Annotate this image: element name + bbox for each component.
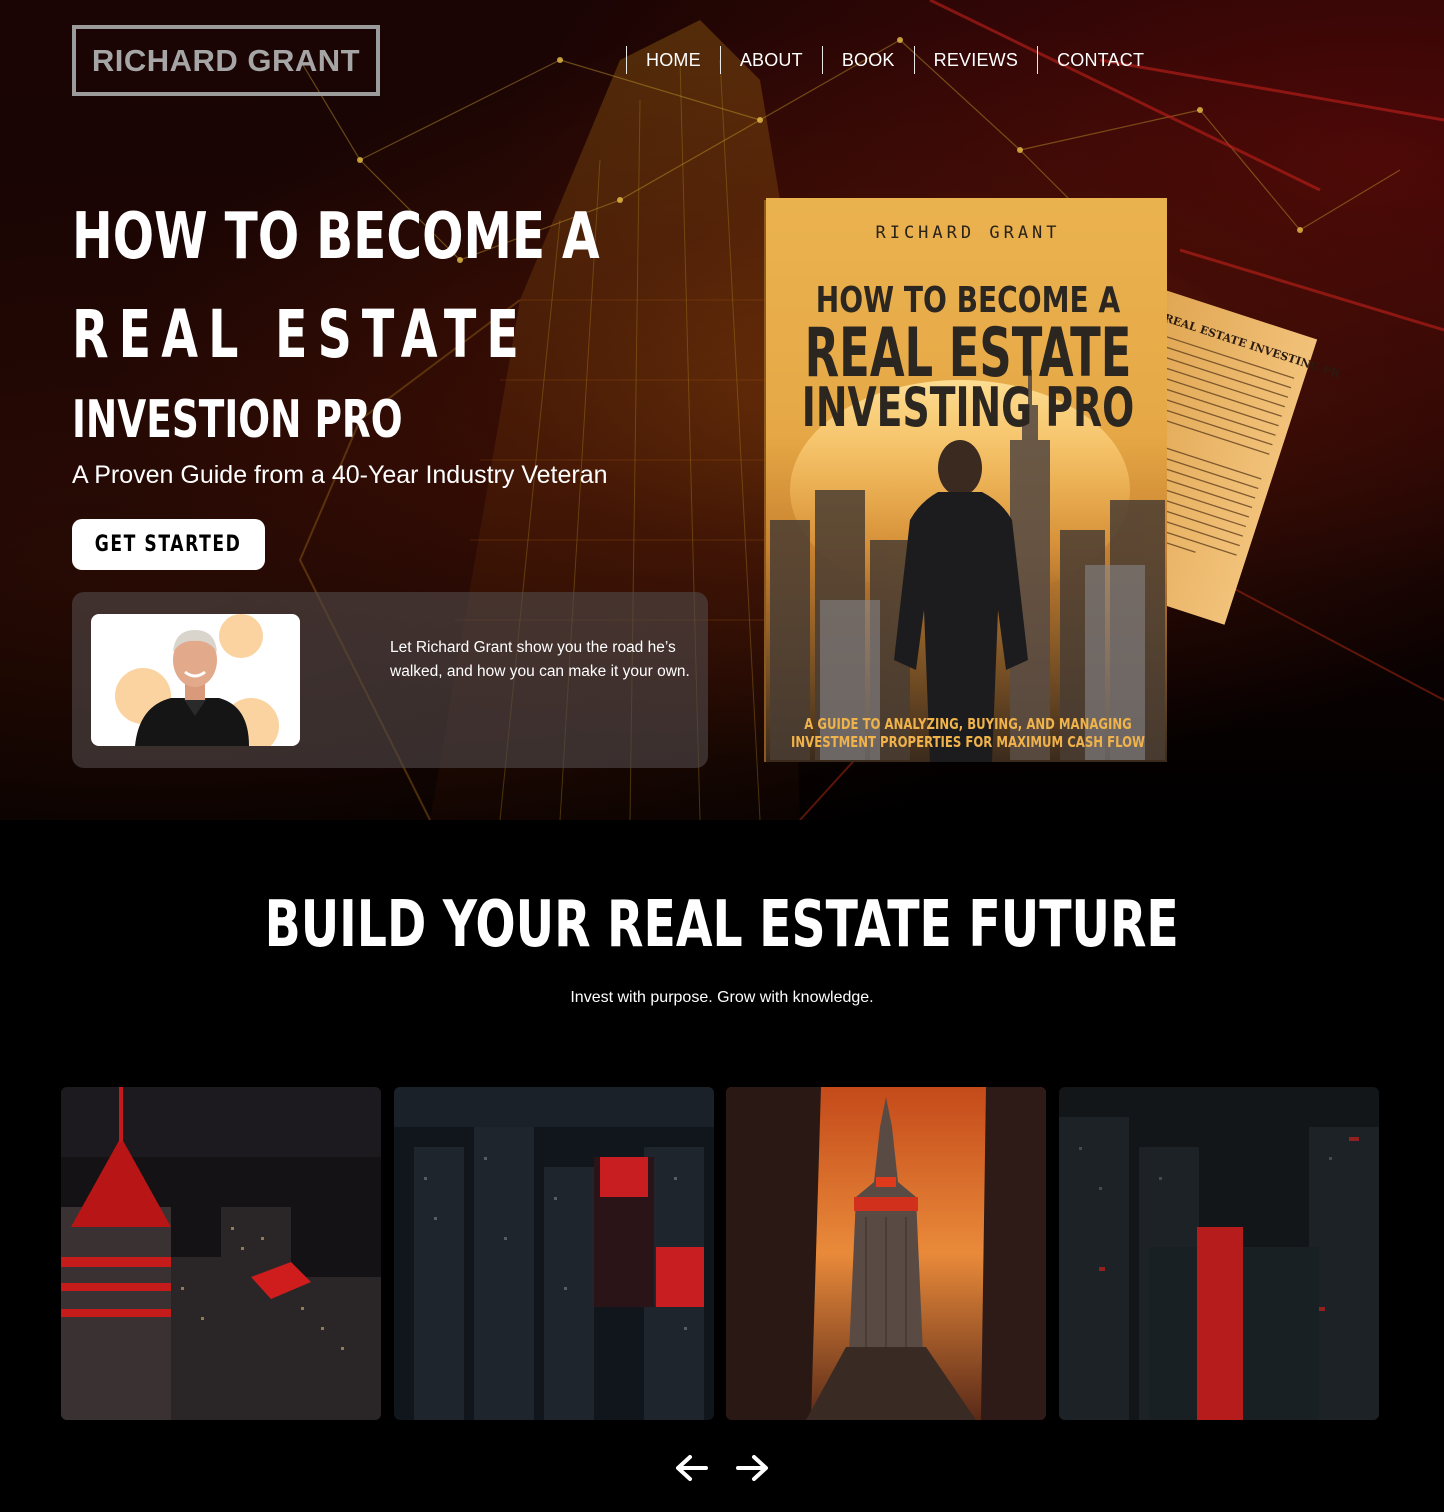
nav-reviews[interactable]: REVIEWS xyxy=(913,46,1037,74)
hero-section: RICHARD GRANT HOME ABOUT BOOK REVIEWS CO… xyxy=(0,0,1444,820)
author-blurb: Let Richard Grant show you the road he’s… xyxy=(390,639,690,680)
arrow-left-icon[interactable] xyxy=(672,1448,712,1488)
logo-text: RICHARD GRANT xyxy=(91,42,361,78)
author-photo xyxy=(91,614,300,746)
nav-contact[interactable]: CONTACT xyxy=(1037,46,1163,74)
section-title: BUILD YOUR REAL ESTATE FUTURE xyxy=(0,888,1444,962)
section-title-text: BUILD YOUR REAL ESTATE FUTURE xyxy=(264,888,1180,962)
nav-about[interactable]: ABOUT xyxy=(719,46,822,74)
section-subtitle: Invest with purpose. Grow with knowledge… xyxy=(570,989,874,1006)
author-card: Let Richard Grant show you the road he’s… xyxy=(72,592,708,768)
gallery-image-1[interactable] xyxy=(61,1087,381,1420)
site-logo[interactable]: RICHARD GRANT xyxy=(72,25,380,96)
hero-headline-line2: REAL ESTATE xyxy=(72,296,529,373)
hero-subtitle: A Proven Guide from a 40-Year Industry V… xyxy=(72,461,608,489)
gallery-image-3[interactable] xyxy=(726,1087,1046,1420)
book-mockup: REAL ESTATE INVESTING PRO RICHARD GRANT … xyxy=(760,190,1351,780)
gallery-image-2[interactable] xyxy=(394,1087,714,1420)
gallery-image-4[interactable] xyxy=(1059,1087,1379,1420)
get-started-label: GET STARTED xyxy=(95,532,242,557)
book-title-line3: INVESTING PRO xyxy=(802,376,1135,439)
main-nav: HOME ABOUT BOOK REVIEWS CONTACT xyxy=(626,46,1163,74)
book-tagline-line1: A GUIDE TO ANALYZING, BUYING, AND MANAGI… xyxy=(804,717,1131,734)
hero-headline-line3: INVESTION PRO xyxy=(72,390,403,450)
hero-headline-line1: HOW TO BECOME A xyxy=(72,200,600,274)
nav-home[interactable]: HOME xyxy=(626,46,720,74)
book-author: RICHARD GRANT xyxy=(875,223,1060,243)
get-started-button[interactable]: GET STARTED xyxy=(72,519,265,570)
book-tagline-line2: INVESTMENT PROPERTIES FOR MAXIMUM CASH F… xyxy=(791,735,1145,752)
arrow-right-icon[interactable] xyxy=(732,1448,772,1488)
nav-book[interactable]: BOOK xyxy=(821,46,914,74)
image-gallery xyxy=(61,1087,1381,1420)
